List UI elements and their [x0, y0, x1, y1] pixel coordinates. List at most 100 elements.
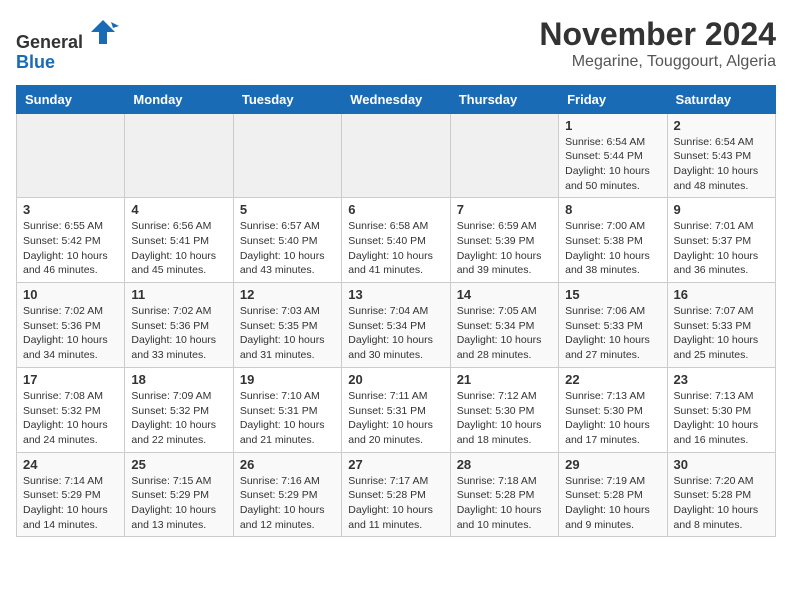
calendar-table: SundayMondayTuesdayWednesdayThursdayFrid… — [16, 85, 776, 538]
day-number: 13 — [348, 287, 443, 302]
day-info: Sunrise: 6:57 AM Sunset: 5:40 PM Dayligh… — [240, 219, 335, 278]
calendar-cell: 8 Sunrise: 7:00 AM Sunset: 5:38 PM Daylig… — [559, 198, 667, 283]
day-info: Sunrise: 7:08 AM Sunset: 5:32 PM Dayligh… — [23, 389, 118, 448]
logo-general: General — [16, 32, 83, 52]
day-number: 20 — [348, 372, 443, 387]
calendar-cell: 28 Sunrise: 7:18 AM Sunset: 5:28 PM Dayli… — [450, 452, 558, 537]
day-number: 26 — [240, 457, 335, 472]
day-info: Sunrise: 7:17 AM Sunset: 5:28 PM Dayligh… — [348, 474, 443, 533]
calendar-cell: 26 Sunrise: 7:16 AM Sunset: 5:29 PM Dayli… — [233, 452, 341, 537]
day-info: Sunrise: 7:14 AM Sunset: 5:29 PM Dayligh… — [23, 474, 118, 533]
calendar-cell: 7 Sunrise: 6:59 AM Sunset: 5:39 PM Daylig… — [450, 198, 558, 283]
day-info: Sunrise: 7:16 AM Sunset: 5:29 PM Dayligh… — [240, 474, 335, 533]
day-info: Sunrise: 7:09 AM Sunset: 5:32 PM Dayligh… — [131, 389, 226, 448]
day-number: 2 — [674, 118, 769, 133]
calendar-cell: 20 Sunrise: 7:11 AM Sunset: 5:31 PM Dayli… — [342, 367, 450, 452]
calendar-cell: 1 Sunrise: 6:54 AM Sunset: 5:44 PM Daylig… — [559, 113, 667, 198]
calendar-cell: 5 Sunrise: 6:57 AM Sunset: 5:40 PM Daylig… — [233, 198, 341, 283]
day-number: 17 — [23, 372, 118, 387]
day-number: 25 — [131, 457, 226, 472]
calendar-cell: 17 Sunrise: 7:08 AM Sunset: 5:32 PM Dayli… — [17, 367, 125, 452]
day-info: Sunrise: 7:02 AM Sunset: 5:36 PM Dayligh… — [23, 304, 118, 363]
calendar-cell: 19 Sunrise: 7:10 AM Sunset: 5:31 PM Dayli… — [233, 367, 341, 452]
calendar-cell: 11 Sunrise: 7:02 AM Sunset: 5:36 PM Dayli… — [125, 283, 233, 368]
day-number: 3 — [23, 202, 118, 217]
weekday-header-friday: Friday — [559, 85, 667, 113]
calendar-header: SundayMondayTuesdayWednesdayThursdayFrid… — [17, 85, 776, 113]
day-info: Sunrise: 7:20 AM Sunset: 5:28 PM Dayligh… — [674, 474, 769, 533]
page-header: General Blue November 2024 Megarine, Tou… — [16, 16, 776, 73]
day-number: 21 — [457, 372, 552, 387]
day-number: 14 — [457, 287, 552, 302]
day-info: Sunrise: 7:05 AM Sunset: 5:34 PM Dayligh… — [457, 304, 552, 363]
day-number: 28 — [457, 457, 552, 472]
day-info: Sunrise: 6:56 AM Sunset: 5:41 PM Dayligh… — [131, 219, 226, 278]
calendar-cell: 18 Sunrise: 7:09 AM Sunset: 5:32 PM Dayli… — [125, 367, 233, 452]
calendar-cell: 21 Sunrise: 7:12 AM Sunset: 5:30 PM Dayli… — [450, 367, 558, 452]
calendar-cell — [342, 113, 450, 198]
day-number: 8 — [565, 202, 660, 217]
calendar-cell: 10 Sunrise: 7:02 AM Sunset: 5:36 PM Dayli… — [17, 283, 125, 368]
calendar-cell: 12Sunrise: 7:03 AM Sunset: 5:35 PM Dayli… — [233, 283, 341, 368]
calendar-cell: 22 Sunrise: 7:13 AM Sunset: 5:30 PM Dayli… — [559, 367, 667, 452]
calendar-cell: 25 Sunrise: 7:15 AM Sunset: 5:29 PM Dayli… — [125, 452, 233, 537]
day-number: 23 — [674, 372, 769, 387]
weekday-header-row: SundayMondayTuesdayWednesdayThursdayFrid… — [17, 85, 776, 113]
day-number: 15 — [565, 287, 660, 302]
day-info: Sunrise: 7:13 AM Sunset: 5:30 PM Dayligh… — [674, 389, 769, 448]
day-info: Sunrise: 7:06 AM Sunset: 5:33 PM Dayligh… — [565, 304, 660, 363]
day-info: Sunrise: 6:54 AM Sunset: 5:44 PM Dayligh… — [565, 135, 660, 194]
calendar-cell — [450, 113, 558, 198]
calendar-cell — [17, 113, 125, 198]
day-info: Sunrise: 6:58 AM Sunset: 5:40 PM Dayligh… — [348, 219, 443, 278]
day-number: 19 — [240, 372, 335, 387]
calendar-body: 1 Sunrise: 6:54 AM Sunset: 5:44 PM Daylig… — [17, 113, 776, 537]
day-number: 18 — [131, 372, 226, 387]
day-info: Sunrise: 7:18 AM Sunset: 5:28 PM Dayligh… — [457, 474, 552, 533]
day-number: 11 — [131, 287, 226, 302]
day-info: Sunrise: 7:03 AM Sunset: 5:35 PM Dayligh… — [240, 304, 335, 363]
subtitle: Megarine, Touggourt, Algeria — [539, 53, 776, 71]
calendar-cell: 3 Sunrise: 6:55 AM Sunset: 5:42 PM Daylig… — [17, 198, 125, 283]
week-row-5: 24 Sunrise: 7:14 AM Sunset: 5:29 PM Dayli… — [17, 452, 776, 537]
day-info: Sunrise: 6:55 AM Sunset: 5:42 PM Dayligh… — [23, 219, 118, 278]
day-number: 10 — [23, 287, 118, 302]
day-number: 22 — [565, 372, 660, 387]
day-number: 7 — [457, 202, 552, 217]
day-info: Sunrise: 7:19 AM Sunset: 5:28 PM Dayligh… — [565, 474, 660, 533]
weekday-header-sunday: Sunday — [17, 85, 125, 113]
day-number: 6 — [348, 202, 443, 217]
day-info: Sunrise: 7:12 AM Sunset: 5:30 PM Dayligh… — [457, 389, 552, 448]
day-info: Sunrise: 7:11 AM Sunset: 5:31 PM Dayligh… — [348, 389, 443, 448]
calendar-cell: 23 Sunrise: 7:13 AM Sunset: 5:30 PM Dayli… — [667, 367, 775, 452]
weekday-header-tuesday: Tuesday — [233, 85, 341, 113]
day-number: 9 — [674, 202, 769, 217]
weekday-header-thursday: Thursday — [450, 85, 558, 113]
calendar-cell: 6 Sunrise: 6:58 AM Sunset: 5:40 PM Daylig… — [342, 198, 450, 283]
main-title: November 2024 — [539, 16, 776, 53]
day-number: 30 — [674, 457, 769, 472]
day-info: Sunrise: 7:02 AM Sunset: 5:36 PM Dayligh… — [131, 304, 226, 363]
logo-bird-icon — [87, 16, 119, 48]
day-number: 24 — [23, 457, 118, 472]
day-info: Sunrise: 7:13 AM Sunset: 5:30 PM Dayligh… — [565, 389, 660, 448]
day-number: 5 — [240, 202, 335, 217]
calendar-cell: 24 Sunrise: 7:14 AM Sunset: 5:29 PM Dayli… — [17, 452, 125, 537]
day-info: Sunrise: 6:54 AM Sunset: 5:43 PM Dayligh… — [674, 135, 769, 194]
weekday-header-monday: Monday — [125, 85, 233, 113]
day-info: Sunrise: 7:15 AM Sunset: 5:29 PM Dayligh… — [131, 474, 226, 533]
day-info: Sunrise: 6:59 AM Sunset: 5:39 PM Dayligh… — [457, 219, 552, 278]
day-info: Sunrise: 7:00 AM Sunset: 5:38 PM Dayligh… — [565, 219, 660, 278]
week-row-3: 10 Sunrise: 7:02 AM Sunset: 5:36 PM Dayli… — [17, 283, 776, 368]
day-number: 29 — [565, 457, 660, 472]
day-number: 1 — [565, 118, 660, 133]
calendar-cell: 30 Sunrise: 7:20 AM Sunset: 5:28 PM Dayli… — [667, 452, 775, 537]
calendar-cell: 14 Sunrise: 7:05 AM Sunset: 5:34 PM Dayli… — [450, 283, 558, 368]
logo-blue: Blue — [16, 52, 55, 72]
day-info: Sunrise: 7:10 AM Sunset: 5:31 PM Dayligh… — [240, 389, 335, 448]
logo: General Blue — [16, 16, 119, 73]
calendar-cell: 13Sunrise: 7:04 AM Sunset: 5:34 PM Dayli… — [342, 283, 450, 368]
calendar-cell — [125, 113, 233, 198]
day-info: Sunrise: 7:01 AM Sunset: 5:37 PM Dayligh… — [674, 219, 769, 278]
title-block: November 2024 Megarine, Touggourt, Alger… — [539, 16, 776, 71]
